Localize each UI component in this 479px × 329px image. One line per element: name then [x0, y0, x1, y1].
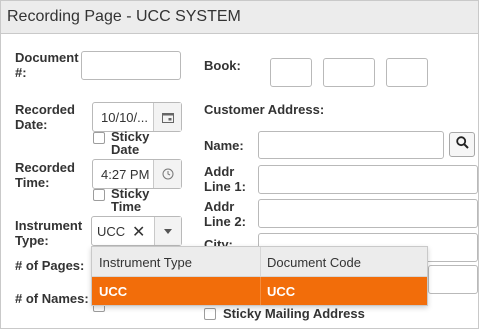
recording-window: Recording Page - UCC SYSTEM Document #: … — [0, 0, 479, 329]
dropdown-option-ucc[interactable]: UCC UCC — [92, 277, 427, 305]
clock-icon[interactable] — [153, 160, 181, 188]
instrument-type-value: UCC — [97, 224, 126, 239]
addr-line-2-label: Addr Line 2: — [204, 199, 246, 229]
document-number-input[interactable] — [81, 51, 181, 80]
book-input-1[interactable] — [270, 58, 312, 87]
column-header-document-code[interactable]: Document Code — [267, 255, 361, 270]
calendar-icon[interactable] — [153, 103, 181, 131]
num-names-label: # of Names: — [15, 291, 89, 306]
recorded-time-value: 4:27 PM — [101, 167, 150, 182]
sticky-date-checkbox[interactable] — [93, 132, 105, 144]
column-divider — [260, 247, 261, 277]
addr-line-1-input[interactable] — [258, 165, 478, 194]
sticky-time-label: Sticky Time — [111, 186, 150, 214]
document-number-label: Document #: — [15, 50, 79, 80]
addr-line-1-label: Addr Line 1: — [204, 164, 246, 194]
instrument-type-dropdown: Instrument Type Document Code UCC UCC — [91, 246, 428, 306]
book-input-3[interactable] — [386, 58, 428, 87]
column-divider — [260, 277, 261, 305]
name-search-button[interactable] — [449, 132, 475, 157]
name-label: Name: — [204, 138, 244, 153]
window-title: Recording Page - UCC SYSTEM — [1, 1, 478, 34]
sticky-mailing-label: Sticky Mailing Address — [223, 306, 365, 321]
sticky-date-label: Sticky Date — [111, 129, 150, 157]
name-input[interactable] — [258, 131, 444, 159]
recorded-date-label: Recorded Date: — [15, 102, 75, 132]
book-label: Book: — [204, 58, 241, 73]
option-instrument-type: UCC — [99, 284, 128, 299]
sticky-mailing-checkbox[interactable] — [204, 308, 216, 320]
state-input[interactable] — [428, 265, 478, 294]
caret-down-icon[interactable] — [154, 217, 181, 245]
recorded-date-input[interactable]: 10/10/... — [92, 102, 182, 132]
recorded-time-input[interactable]: 4:27 PM — [92, 159, 182, 189]
instrument-type-combobox[interactable]: UCC ✕ — [91, 216, 182, 246]
recorded-time-label: Recorded Time: — [15, 160, 75, 190]
num-pages-label: # of Pages: — [15, 258, 85, 273]
addr-line-2-input[interactable] — [258, 199, 478, 228]
sticky-time-checkbox[interactable] — [93, 189, 105, 201]
dropdown-header: Instrument Type Document Code — [92, 247, 427, 277]
search-icon — [455, 135, 469, 154]
close-icon[interactable]: ✕ — [132, 222, 145, 242]
customer-address-label: Customer Address: — [204, 102, 325, 117]
book-input-2[interactable] — [323, 58, 375, 87]
instrument-type-label: Instrument Type: — [15, 218, 83, 248]
recorded-date-value: 10/10/... — [101, 110, 148, 125]
option-document-code: UCC — [267, 284, 296, 299]
column-header-instrument-type[interactable]: Instrument Type — [99, 255, 192, 270]
